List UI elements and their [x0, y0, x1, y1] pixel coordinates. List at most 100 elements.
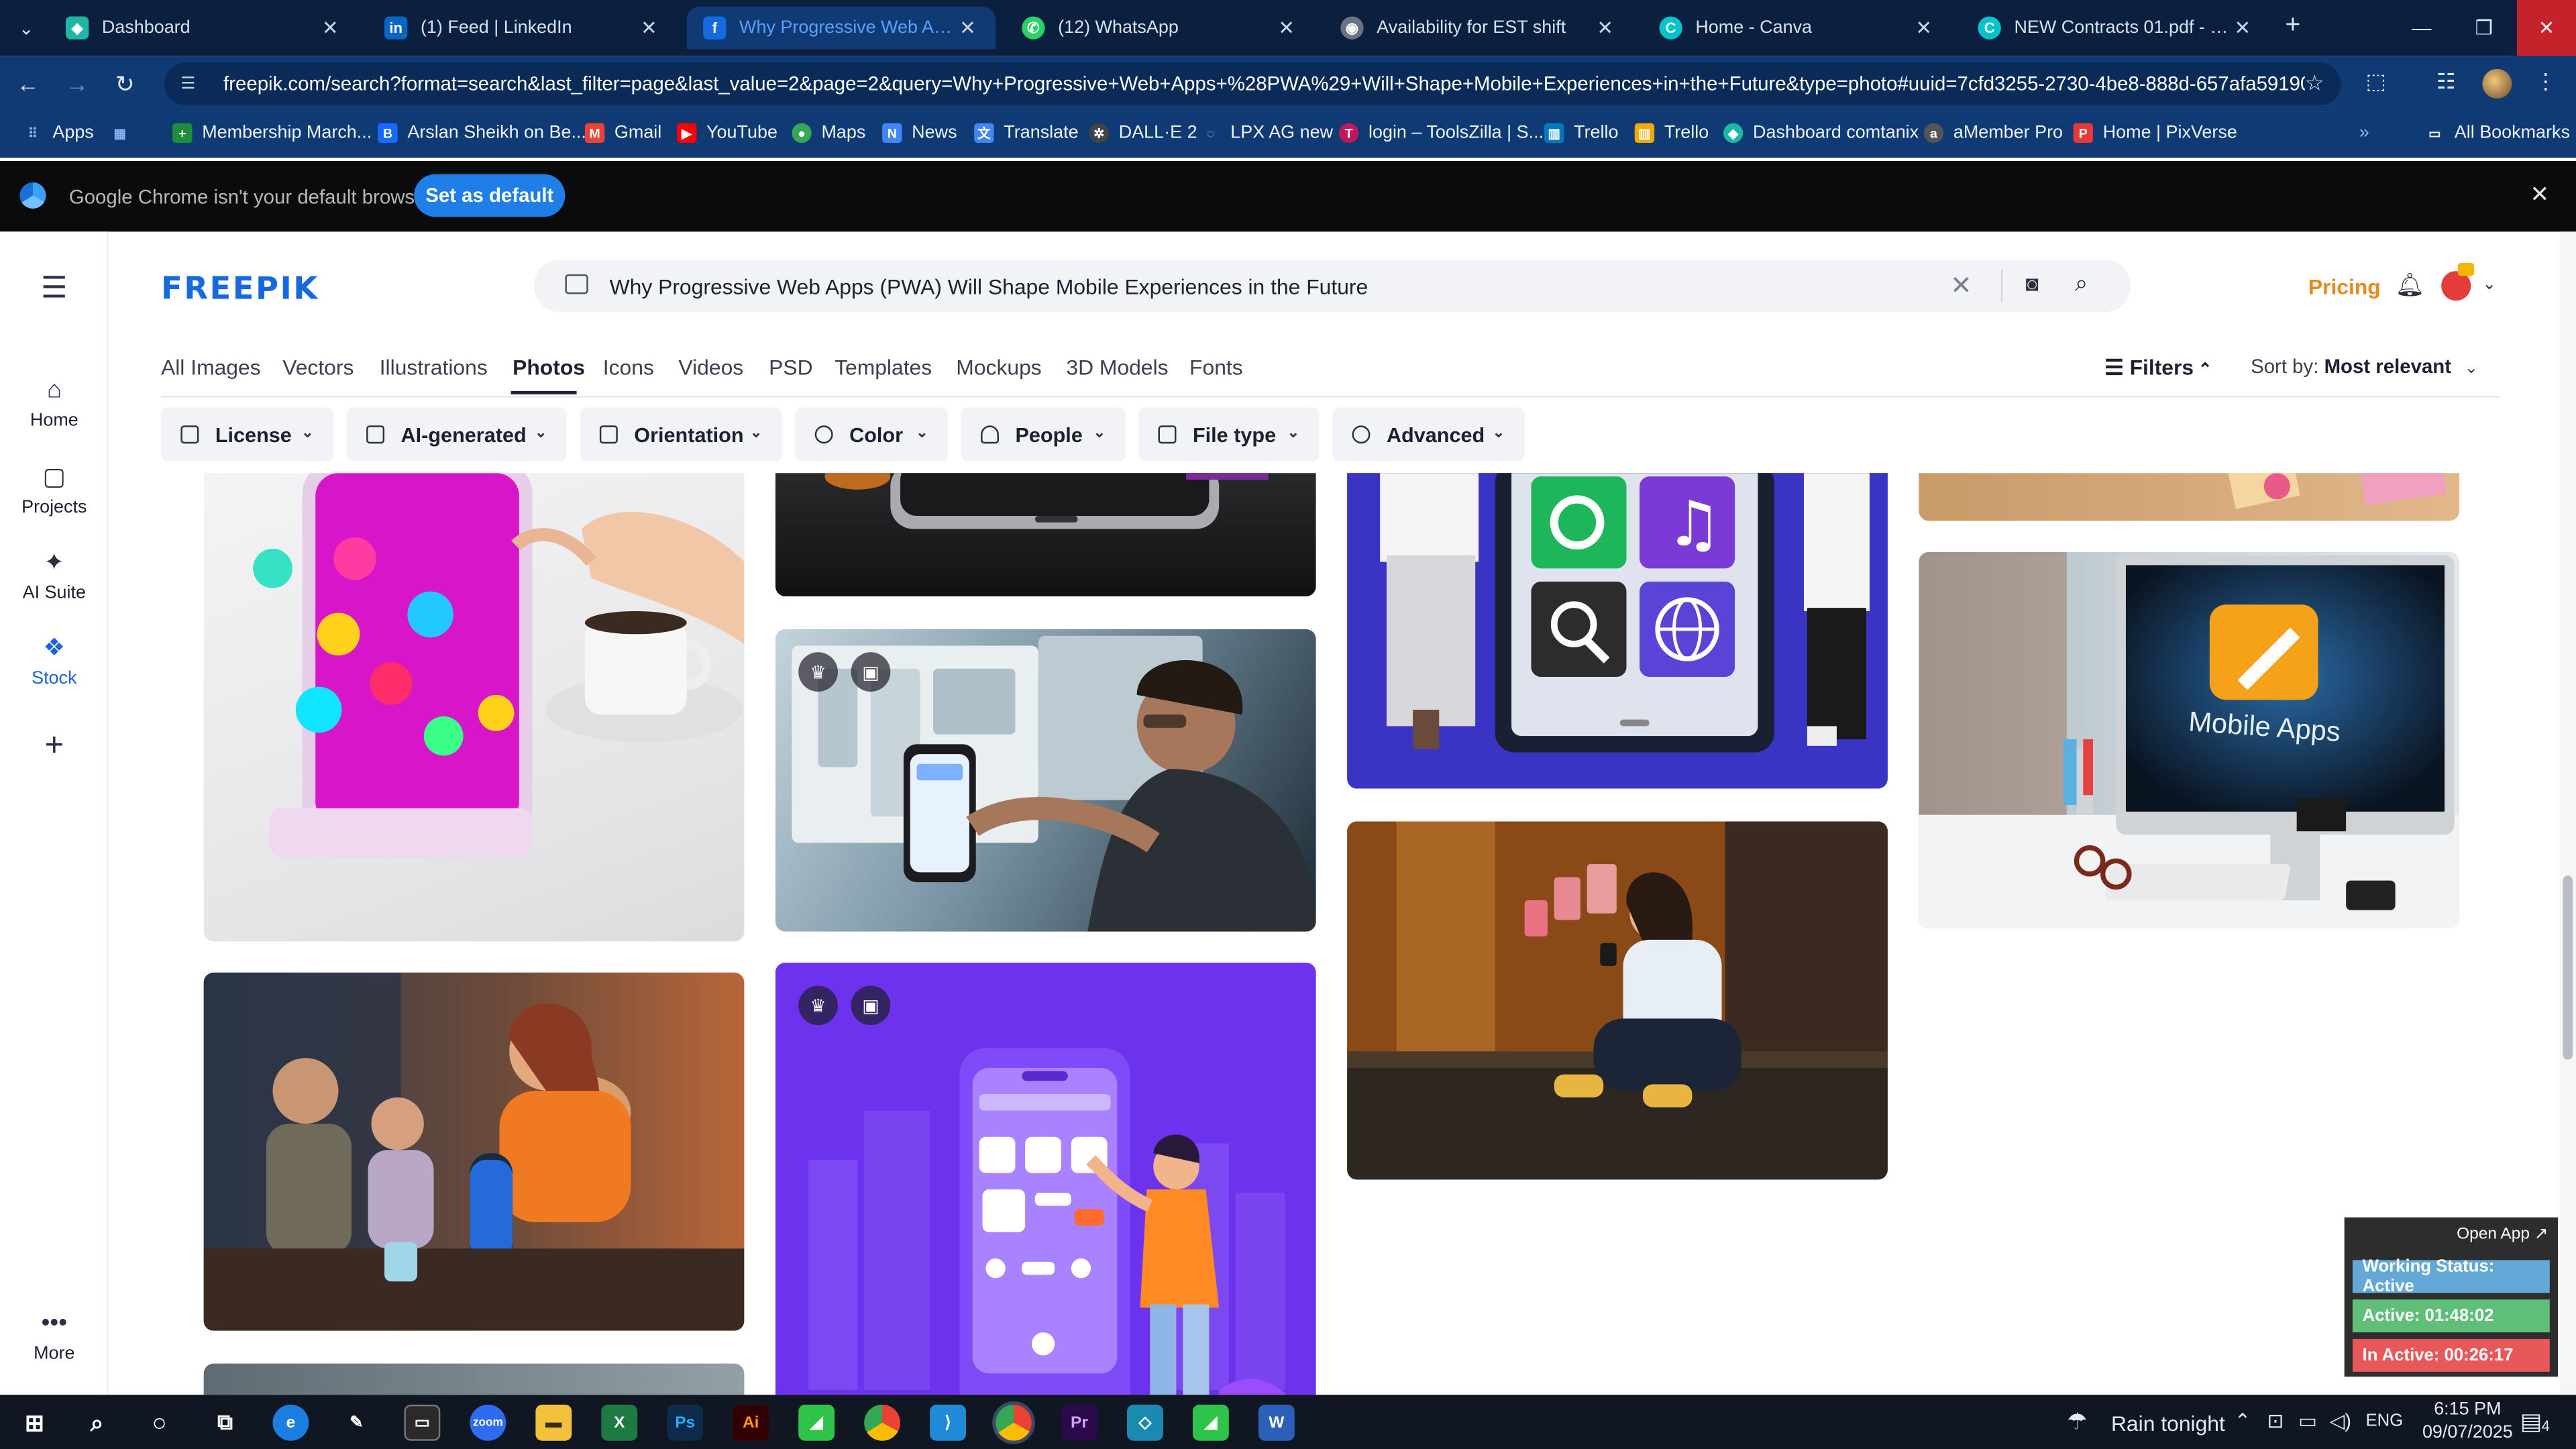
tab-videos[interactable]: Videos: [678, 355, 743, 380]
tab-vectors[interactable]: Vectors: [282, 355, 354, 380]
green-app-icon[interactable]: ◢: [1192, 1404, 1229, 1441]
tab-close-icon[interactable]: ✕: [956, 16, 979, 39]
all-bookmarks[interactable]: ▭ All Bookmarks: [2425, 123, 2570, 143]
zoom-icon[interactable]: zoom: [470, 1404, 506, 1441]
tab-close-icon[interactable]: ✕: [1913, 16, 1935, 39]
photo-tile[interactable]: [1347, 821, 1888, 1180]
photo-tile[interactable]: [203, 972, 745, 1331]
tab-icons[interactable]: Icons: [603, 355, 654, 380]
windows-start-icon[interactable]: ⊞: [16, 1405, 52, 1441]
bookmark-item[interactable]: ● Maps: [792, 123, 865, 144]
photo-tile[interactable]: ♫: [1347, 473, 1888, 789]
set-as-default-button[interactable]: Set as default: [414, 174, 566, 217]
browser-tab[interactable]: C NEW Contracts 01.pdf - 8,208 ✕: [1962, 7, 2270, 50]
photoshop-icon[interactable]: Ps: [667, 1404, 704, 1441]
browser-tab[interactable]: in (1) Feed | LinkedIn ✕: [368, 7, 677, 50]
photo-tile[interactable]: Mobile Apps: [1919, 551, 2460, 928]
bookmarks-overflow-icon[interactable]: »: [2359, 123, 2369, 143]
bookmark-item[interactable]: ◌ LPX AG new: [1201, 123, 1333, 143]
pricing-link[interactable]: Pricing: [2308, 274, 2381, 299]
vscode-icon[interactable]: ⟩: [930, 1404, 967, 1441]
bookmark-item[interactable]: ▥ Trello: [1634, 123, 1709, 144]
bookmark-item[interactable]: + Membership March...: [172, 123, 372, 144]
tab-all-images[interactable]: All Images: [161, 355, 261, 380]
illustrator-icon[interactable]: Ai: [733, 1404, 769, 1441]
address-bar[interactable]: ☰ freepik.com/search?format=search&last_…: [164, 62, 2341, 105]
sort-dropdown[interactable]: Sort by: Most relevant ⌄: [2251, 355, 2478, 378]
chrome-icon[interactable]: [864, 1404, 901, 1441]
rail-menu[interactable]: ☰: [0, 271, 109, 312]
tray-app-icon[interactable]: ⊡: [2267, 1409, 2284, 1432]
tab-close-icon[interactable]: ✕: [1594, 16, 1617, 39]
terminal-icon[interactable]: ▭: [404, 1404, 441, 1441]
rail-more[interactable]: ••• More: [0, 1309, 109, 1364]
photo-tile[interactable]: ♛ ▣: [775, 629, 1316, 932]
camera-search-icon[interactable]: ◙: [2026, 271, 2039, 296]
freepik-logo[interactable]: FREEPIK: [161, 271, 319, 307]
weather-text[interactable]: Rain tonight: [2111, 1411, 2225, 1436]
photo-tile[interactable]: [203, 1363, 745, 1395]
tab-illustrations[interactable]: Illustrations: [380, 355, 488, 380]
clear-search-icon[interactable]: ✕: [1950, 270, 1972, 303]
volume-icon[interactable]: ◁): [2330, 1409, 2351, 1432]
notification-center-icon[interactable]: ▤: [2520, 1408, 2542, 1436]
bookmark-item[interactable]: ◆ Dashboard comtanix: [1723, 123, 1919, 144]
profile-avatar[interactable]: [2482, 68, 2512, 99]
photo-tile[interactable]: [775, 473, 1316, 596]
bookmark-item[interactable]: M Gmail: [584, 123, 661, 144]
reload-icon[interactable]: ↻: [110, 69, 140, 99]
browser-tab[interactable]: ◆ Dashboard ✕: [49, 7, 358, 50]
tab-photos[interactable]: Photos: [513, 355, 585, 380]
chip-file-type[interactable]: File type ⌄: [1138, 407, 1320, 462]
tab-mockups[interactable]: Mockups: [956, 355, 1041, 380]
window-close-icon[interactable]: ✕: [2516, 0, 2576, 56]
filters-toggle[interactable]: ☰ Filters ⌃: [2104, 355, 2212, 381]
chip-people[interactable]: People ⌄: [961, 407, 1126, 462]
premiere-icon[interactable]: Pr: [1061, 1404, 1097, 1441]
chip-color[interactable]: Color ⌄: [795, 407, 949, 462]
tab-close-icon[interactable]: ✕: [637, 16, 660, 39]
chrome-active-icon[interactable]: [992, 1401, 1035, 1444]
green-app-icon[interactable]: ◢: [798, 1404, 835, 1441]
app-icon[interactable]: ◇: [1127, 1404, 1163, 1441]
chip-orientation[interactable]: Orientation ⌄: [580, 407, 782, 462]
tab-fonts[interactable]: Fonts: [1189, 355, 1243, 380]
search-input[interactable]: Why Progressive Web Apps (PWA) Will Shap…: [610, 274, 1368, 299]
tab-close-icon[interactable]: ✕: [1275, 16, 1297, 39]
bookmark-item[interactable]: ✲ DALL·E 2: [1089, 123, 1197, 144]
bookmark-star-icon[interactable]: ☆: [2305, 70, 2341, 97]
edge-icon[interactable]: e: [272, 1404, 309, 1441]
tab-close-icon[interactable]: ✕: [319, 16, 341, 39]
extensions-icon[interactable]: ⬚: [2366, 69, 2386, 95]
cortana-icon[interactable]: ○: [142, 1405, 178, 1441]
minimize-icon[interactable]: —: [2392, 0, 2451, 56]
bookmark-apps[interactable]: ⠿ Apps: [23, 123, 94, 143]
chip-license[interactable]: License ⌄: [161, 407, 334, 462]
photo-tile[interactable]: [1919, 473, 2460, 521]
tab-psd[interactable]: PSD: [769, 355, 812, 380]
rail-add[interactable]: +: [0, 728, 109, 772]
notification-bell-icon[interactable]: 🔔︎: [2396, 271, 2425, 299]
site-info-icon[interactable]: ☰: [180, 74, 203, 93]
network-icon[interactable]: ▭: [2298, 1409, 2317, 1432]
scrollbar-thumb[interactable]: [2563, 875, 2573, 1060]
browser-tab[interactable]: C Home - Canva ✕: [1643, 7, 1951, 50]
clock-time[interactable]: 6:15 PM: [2425, 1400, 2510, 1419]
search-icon[interactable]: ⌕: [2075, 270, 2088, 298]
tab-3d-models[interactable]: 3D Models: [1066, 355, 1168, 380]
chrome-menu-icon[interactable]: ⋮: [2535, 69, 2557, 95]
bookmark-item[interactable]: B Arslan Sheikh on Be...: [378, 123, 586, 144]
search-icon[interactable]: ⌕: [79, 1405, 115, 1441]
photo-tile[interactable]: ♛ ▣: [775, 963, 1316, 1395]
bookmark-item[interactable]: ▥ Trello: [1544, 123, 1619, 144]
pen-tool-icon[interactable]: ✎: [338, 1405, 374, 1441]
page-scrollbar[interactable]: [2559, 231, 2576, 1395]
rail-item-stock[interactable]: ❖ Stock: [0, 633, 109, 688]
bookmark-item[interactable]: ▶ YouTube: [676, 123, 777, 144]
browser-tab[interactable]: ◉ Availability for EST shift ✕: [1324, 7, 1633, 50]
rail-item-projects[interactable]: ▢ Projects: [0, 462, 109, 518]
excel-icon[interactable]: X: [601, 1404, 638, 1441]
url-text[interactable]: freepik.com/search?format=search&last_fi…: [223, 72, 2305, 95]
language-indicator[interactable]: ENG: [2366, 1411, 2404, 1431]
word-icon[interactable]: W: [1258, 1404, 1295, 1441]
